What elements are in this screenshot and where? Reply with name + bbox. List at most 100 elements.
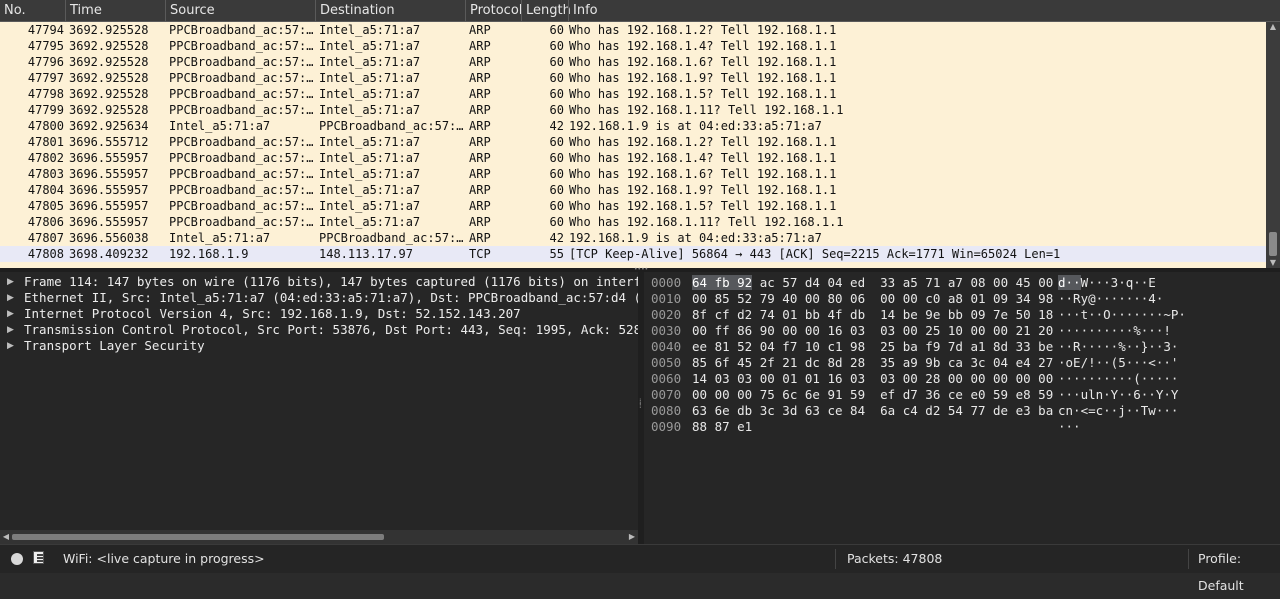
details-hscrollbar[interactable]: ◀ ▶ [0, 530, 638, 544]
bytes-row: 0000 64 fb 92 ac 57 d4 04 ed 33 a5 71 a7 … [644, 275, 1280, 291]
packet-row[interactable]: 47804 3696.555957 PPCBroadband_ac:57:… Inte… [0, 182, 1266, 198]
scroll-right-arrow-icon[interactable]: ▶ [626, 530, 638, 544]
bytes-row: 0040 ee 81 52 04 f7 10 c1 98 25 ba f9 7d … [644, 339, 1280, 355]
packet-protocol: ARP [469, 103, 491, 117]
hex-bytes-text: 85 6f 45 2f 21 dc 8d 28 35 a9 9b ca 3c 0… [692, 355, 1054, 370]
byte-offset: 0030 [651, 323, 682, 338]
expand-arrow-icon[interactable]: ▶ [7, 274, 14, 290]
byte-offset: 0060 [651, 371, 682, 386]
column-header-no[interactable]: No. [0, 0, 65, 21]
hex-bytes[interactable]: 00 00 00 75 6c 6e 91 59 ef d7 36 ce e0 5… [692, 387, 1053, 403]
packet-no: 47807 [27, 231, 64, 245]
detail-tree-item[interactable]: ▶ Ethernet II, Src: Intel_a5:71:a7 (04:ed… [0, 290, 638, 306]
packet-length: 55 [549, 247, 564, 261]
packet-protocol: ARP [469, 23, 491, 37]
ascii-bytes[interactable]: ··········%···! [1058, 323, 1171, 339]
packet-row[interactable]: 47795 3692.925528 PPCBroadband_ac:57:… Inte… [0, 38, 1266, 54]
hex-bytes-text: 88 87 e1 [692, 419, 753, 434]
ascii-bytes[interactable]: ·oE/!··(5···<··' [1058, 355, 1178, 371]
column-header-info[interactable]: Info [568, 0, 1280, 21]
hex-bytes[interactable]: 00 85 52 79 40 00 80 06 00 00 c0 a8 01 0… [692, 291, 1053, 307]
scrollbar-thumb[interactable] [1269, 232, 1277, 256]
status-separator [1188, 549, 1189, 569]
packet-length: 60 [549, 23, 564, 37]
column-header-protocol[interactable]: Protocol [465, 0, 522, 21]
packet-row[interactable]: 47801 3696.555712 PPCBroadband_ac:57:… Inte… [0, 134, 1266, 150]
ascii-bytes[interactable]: ··········(····· [1058, 371, 1178, 387]
ascii-bytes[interactable]: ··R·····%··}··3· [1058, 339, 1178, 355]
detail-tree-item[interactable]: ▶ Internet Protocol Version 4, Src: 192.1… [0, 306, 638, 322]
column-header-time[interactable]: Time [65, 0, 165, 21]
packet-row[interactable]: 47799 3692.925528 PPCBroadband_ac:57:… Inte… [0, 102, 1266, 118]
details-tree: ▶ Frame 114: 147 bytes on wire (1176 bits… [0, 274, 638, 354]
ascii-bytes[interactable]: ··· [1058, 419, 1081, 435]
expand-arrow-icon[interactable]: ▶ [7, 290, 14, 306]
expand-arrow-icon[interactable]: ▶ [7, 322, 14, 338]
scroll-left-arrow-icon[interactable]: ◀ [0, 530, 12, 544]
packet-no: 47804 [27, 183, 64, 197]
packet-no: 47798 [27, 87, 64, 101]
bytes-row: 0050 85 6f 45 2f 21 dc 8d 28 35 a9 9b ca … [644, 355, 1280, 371]
packet-time: 3698.409232 [69, 247, 149, 261]
column-header-length[interactable]: Length [521, 0, 571, 21]
detail-text: Ethernet II, Src: Intel_a5:71:a7 (04:ed:… [24, 290, 638, 305]
packet-info: Who has 192.168.1.4? Tell 192.168.1.1 [569, 151, 837, 165]
packets-count: Packets: 47808 [847, 551, 943, 566]
ascii-bytes-highlight[interactable]: d·· [1058, 275, 1081, 290]
packet-row[interactable]: 47797 3692.925528 PPCBroadband_ac:57:… Inte… [0, 70, 1266, 86]
packet-row[interactable]: 47796 3692.925528 PPCBroadband_ac:57:… Inte… [0, 54, 1266, 70]
detail-tree-item[interactable]: ▶ Frame 114: 147 bytes on wire (1176 bits… [0, 274, 638, 290]
packet-row[interactable]: 47802 3696.555957 PPCBroadband_ac:57:… Inte… [0, 150, 1266, 166]
byte-offset: 0000 [651, 275, 682, 290]
ascii-bytes-text: ·oE/!··(5···<··' [1058, 355, 1179, 370]
packet-row[interactable]: 47800 3692.925634 Intel_a5:71:a7 PPCBroadba… [0, 118, 1266, 134]
packet-row[interactable]: 47794 3692.925528 PPCBroadband_ac:57:… Inte… [0, 22, 1266, 38]
hex-bytes-highlight[interactable]: 64 fb 92 [692, 275, 753, 290]
bytes-row: 0010 00 85 52 79 40 00 80 06 00 00 c0 a8 … [644, 291, 1280, 307]
hex-bytes[interactable]: 64 fb 92 ac 57 d4 04 ed 33 a5 71 a7 08 0… [692, 275, 1053, 291]
packet-source: PPCBroadband_ac:57:… [169, 23, 314, 37]
packet-row[interactable]: 47808 3698.409232 192.168.1.9 148.113.17.97… [0, 246, 1266, 262]
hex-bytes[interactable]: 14 03 03 00 01 01 16 03 03 00 28 00 00 0… [692, 371, 1053, 387]
hex-bytes-text: 00 00 00 75 6c 6e 91 59 ef d7 36 ce e0 5… [692, 387, 1054, 402]
ascii-bytes[interactable]: ···t··O·······~P· [1058, 307, 1186, 323]
detail-tree-item[interactable]: ▶ Transmission Control Protocol, Src Port… [0, 322, 638, 338]
byte-offset: 0050 [651, 355, 682, 370]
column-header-source[interactable]: Source [165, 0, 315, 21]
hex-bytes[interactable]: ee 81 52 04 f7 10 c1 98 25 ba f9 7d a1 8… [692, 339, 1053, 355]
detail-text: Transmission Control Protocol, Src Port:… [24, 322, 638, 337]
ascii-bytes[interactable]: ···uln·Y··6··Y·Y [1058, 387, 1178, 403]
ascii-bytes[interactable]: ··Ry@·······4· [1058, 291, 1163, 307]
packet-info: Who has 192.168.1.2? Tell 192.168.1.1 [569, 23, 837, 37]
byte-offset: 0040 [651, 339, 682, 354]
packet-row[interactable]: 47805 3696.555957 PPCBroadband_ac:57:… Inte… [0, 198, 1266, 214]
capture-status-icon[interactable] [11, 553, 23, 565]
hex-bytes[interactable]: 63 6e db 3c 3d 63 ce 84 6a c4 d2 54 77 d… [692, 403, 1053, 419]
packet-length: 42 [549, 119, 564, 133]
ascii-bytes[interactable]: cn·<=c··j··Tw··· [1058, 403, 1178, 419]
packet-destination: Intel_a5:71:a7 [319, 103, 421, 117]
scroll-down-arrow-icon[interactable]: ▼ [1266, 258, 1280, 268]
hex-bytes[interactable]: 85 6f 45 2f 21 dc 8d 28 35 a9 9b ca 3c 0… [692, 355, 1053, 371]
capture-comment-icon[interactable] [33, 551, 44, 564]
detail-tree-item[interactable]: ▶ Transport Layer Security [0, 338, 638, 354]
hscroll-thumb[interactable] [12, 534, 384, 540]
packet-time: 3696.555957 [69, 151, 149, 165]
packet-row[interactable]: 47807 3696.556038 Intel_a5:71:a7 PPCBroadba… [0, 230, 1266, 246]
packet-no: 47795 [27, 39, 64, 53]
packet-list-scrollbar[interactable]: ▲ ▼ [1266, 22, 1280, 268]
scroll-up-arrow-icon[interactable]: ▲ [1266, 22, 1280, 32]
ascii-bytes-text: ··········%···! [1058, 323, 1171, 338]
column-header-destination[interactable]: Destination [315, 0, 465, 21]
expand-arrow-icon[interactable]: ▶ [7, 338, 14, 354]
packet-source: PPCBroadband_ac:57:… [169, 167, 314, 181]
packet-row[interactable]: 47803 3696.555957 PPCBroadband_ac:57:… Inte… [0, 166, 1266, 182]
expand-arrow-icon[interactable]: ▶ [7, 306, 14, 322]
packet-row[interactable]: 47806 3696.555957 PPCBroadband_ac:57:… Inte… [0, 214, 1266, 230]
profile-label[interactable]: Profile: Default [1198, 545, 1280, 593]
ascii-bytes[interactable]: d··W···3·q··E [1058, 275, 1156, 291]
packet-row[interactable]: 47798 3692.925528 PPCBroadband_ac:57:… Inte… [0, 86, 1266, 102]
hex-bytes[interactable]: 00 ff 86 90 00 00 16 03 03 00 25 10 00 0… [692, 323, 1053, 339]
hex-bytes[interactable]: 8f cf d2 74 01 bb 4f db 14 be 9e bb 09 7… [692, 307, 1053, 323]
hex-bytes[interactable]: 88 87 e1 [692, 419, 752, 435]
